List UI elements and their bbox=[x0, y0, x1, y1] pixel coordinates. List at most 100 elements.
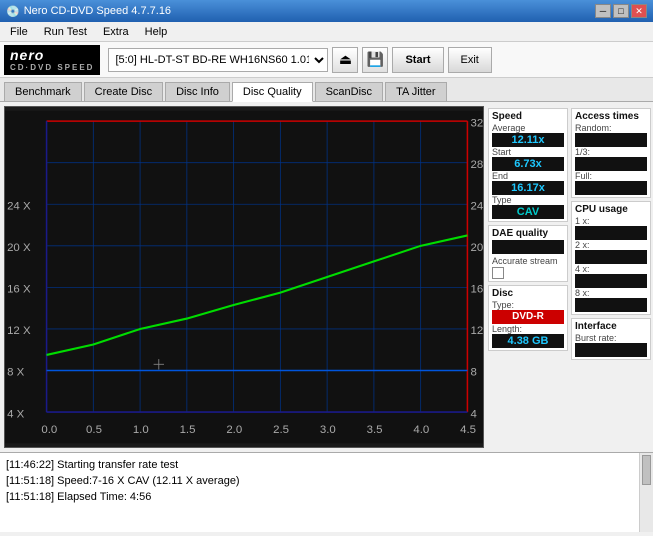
svg-text:8 X: 8 X bbox=[7, 367, 25, 379]
svg-text:0.5: 0.5 bbox=[86, 424, 102, 436]
menu-run-test[interactable]: Run Test bbox=[38, 24, 93, 40]
start-button[interactable]: Start bbox=[392, 47, 443, 73]
maximize-button[interactable]: □ bbox=[613, 4, 629, 18]
svg-text:12 X: 12 X bbox=[7, 325, 31, 337]
type-value: CAV bbox=[492, 205, 564, 219]
average-label: Average bbox=[492, 123, 564, 133]
cpu-2x-value bbox=[575, 250, 647, 264]
disc-length-value: 4.38 GB bbox=[492, 334, 564, 348]
one-third-value bbox=[575, 157, 647, 171]
menu-file[interactable]: File bbox=[4, 24, 34, 40]
svg-text:20: 20 bbox=[471, 242, 483, 254]
dae-title: DAE quality bbox=[492, 228, 564, 239]
tab-ta-jitter[interactable]: TA Jitter bbox=[385, 82, 447, 101]
dae-value bbox=[492, 240, 564, 254]
svg-text:2.0: 2.0 bbox=[226, 424, 242, 436]
log-line-1: [11:46:22] Starting transfer rate test bbox=[6, 457, 633, 473]
accurate-stream-label: Accurate stream bbox=[492, 256, 564, 266]
cpu-section: CPU usage 1 x: 2 x: 4 x: 8 x: bbox=[571, 201, 651, 315]
log-line-3: [11:51:18] Elapsed Time: 4:56 bbox=[6, 489, 633, 505]
window-controls[interactable]: ─ □ ✕ bbox=[595, 4, 647, 18]
log-line-2: [11:51:18] Speed:7-16 X CAV (12.11 X ave… bbox=[6, 473, 633, 489]
svg-text:3.0: 3.0 bbox=[320, 424, 336, 436]
disc-section: Disc Type: DVD-R Length: 4.38 GB bbox=[488, 285, 568, 351]
random-label: Random: bbox=[575, 123, 647, 133]
full-value bbox=[575, 181, 647, 195]
svg-text:16 X: 16 X bbox=[7, 284, 31, 296]
speed-section: Speed Average 12.11x Start 6.73x End 16.… bbox=[488, 108, 568, 222]
svg-text:1.5: 1.5 bbox=[180, 424, 196, 436]
tab-create-disc[interactable]: Create Disc bbox=[84, 82, 163, 101]
accurate-stream-checkbox[interactable] bbox=[492, 267, 504, 279]
cpu-8x-value bbox=[575, 298, 647, 312]
nero-logo: nero CD·DVD SPEED bbox=[4, 45, 100, 75]
log-content: [11:46:22] Starting transfer rate test [… bbox=[0, 453, 639, 532]
log-scrollbar[interactable] bbox=[639, 453, 653, 532]
menu-bar: File Run Test Extra Help bbox=[0, 22, 653, 42]
speed-title: Speed bbox=[492, 111, 564, 122]
one-third-label: 1/3: bbox=[575, 147, 647, 157]
svg-text:16: 16 bbox=[471, 284, 483, 296]
minimize-button[interactable]: ─ bbox=[595, 4, 611, 18]
type-label: Type bbox=[492, 195, 564, 205]
svg-text:1.0: 1.0 bbox=[133, 424, 149, 436]
tab-disc-quality[interactable]: Disc Quality bbox=[232, 82, 313, 102]
access-section: Access times Random: 1/3: Full: bbox=[571, 108, 651, 198]
interface-section: Interface Burst rate: bbox=[571, 318, 651, 360]
app-icon: 💿 bbox=[6, 5, 20, 18]
interface-title: Interface bbox=[575, 321, 647, 332]
disc-title: Disc bbox=[492, 288, 564, 299]
end-label: End bbox=[492, 171, 564, 181]
access-title: Access times bbox=[575, 111, 647, 122]
svg-text:0.0: 0.0 bbox=[41, 424, 57, 436]
svg-text:2.5: 2.5 bbox=[273, 424, 289, 436]
svg-text:20 X: 20 X bbox=[7, 242, 31, 254]
cpu-title: CPU usage bbox=[575, 204, 647, 215]
svg-text:4.5: 4.5 bbox=[460, 424, 476, 436]
svg-text:4: 4 bbox=[471, 408, 478, 420]
svg-text:32: 32 bbox=[471, 117, 483, 129]
disc-type-value: DVD-R bbox=[492, 310, 564, 324]
close-button[interactable]: ✕ bbox=[631, 4, 647, 18]
tab-scan-disc[interactable]: ScanDisc bbox=[315, 82, 383, 101]
nero-logo-top: nero bbox=[10, 47, 94, 63]
burst-rate-value bbox=[575, 343, 647, 357]
right-panel: Speed Average 12.11x Start 6.73x End 16.… bbox=[488, 102, 653, 452]
tab-benchmark[interactable]: Benchmark bbox=[4, 82, 82, 101]
title-bar: 💿 Nero CD-DVD Speed 4.7.7.16 ─ □ ✕ bbox=[0, 0, 653, 22]
log-area: [11:46:22] Starting transfer rate test [… bbox=[0, 452, 653, 532]
tab-disc-info[interactable]: Disc Info bbox=[165, 82, 230, 101]
start-label: Start bbox=[492, 147, 564, 157]
full-label: Full: bbox=[575, 171, 647, 181]
cpu-8x-label: 8 x: bbox=[575, 288, 647, 298]
svg-text:4 X: 4 X bbox=[7, 408, 25, 420]
toolbar: nero CD·DVD SPEED [5:0] HL-DT-ST BD-RE W… bbox=[0, 42, 653, 78]
burst-rate-label: Burst rate: bbox=[575, 333, 647, 343]
random-value bbox=[575, 133, 647, 147]
svg-text:8: 8 bbox=[471, 367, 477, 379]
end-value: 16.17x bbox=[492, 181, 564, 195]
eject-button[interactable]: ⏏ bbox=[332, 47, 358, 73]
chart-area: 4 X 8 X 12 X 16 X 20 X 24 X 32 28 24 20 … bbox=[4, 106, 484, 448]
cpu-2x-label: 2 x: bbox=[575, 240, 647, 250]
start-value: 6.73x bbox=[492, 157, 564, 171]
tab-bar: Benchmark Create Disc Disc Info Disc Qua… bbox=[0, 78, 653, 102]
disc-type-label: Type: bbox=[492, 300, 564, 310]
dae-section: DAE quality Accurate stream bbox=[488, 225, 568, 282]
exit-button[interactable]: Exit bbox=[448, 47, 492, 73]
menu-extra[interactable]: Extra bbox=[97, 24, 135, 40]
disc-length-label: Length: bbox=[492, 324, 564, 334]
cpu-1x-value bbox=[575, 226, 647, 240]
svg-text:24 X: 24 X bbox=[7, 200, 31, 212]
save-button[interactable]: 💾 bbox=[362, 47, 388, 73]
svg-text:3.5: 3.5 bbox=[367, 424, 383, 436]
average-value: 12.11x bbox=[492, 133, 564, 147]
svg-text:12: 12 bbox=[471, 325, 483, 337]
svg-text:28: 28 bbox=[471, 159, 483, 171]
nero-logo-sub: CD·DVD SPEED bbox=[10, 63, 94, 72]
drive-selector[interactable]: [5:0] HL-DT-ST BD-RE WH16NS60 1.01 bbox=[108, 48, 328, 72]
svg-text:4.0: 4.0 bbox=[413, 424, 429, 436]
menu-help[interactable]: Help bbox=[139, 24, 174, 40]
cpu-4x-value bbox=[575, 274, 647, 288]
cpu-4x-label: 4 x: bbox=[575, 264, 647, 274]
